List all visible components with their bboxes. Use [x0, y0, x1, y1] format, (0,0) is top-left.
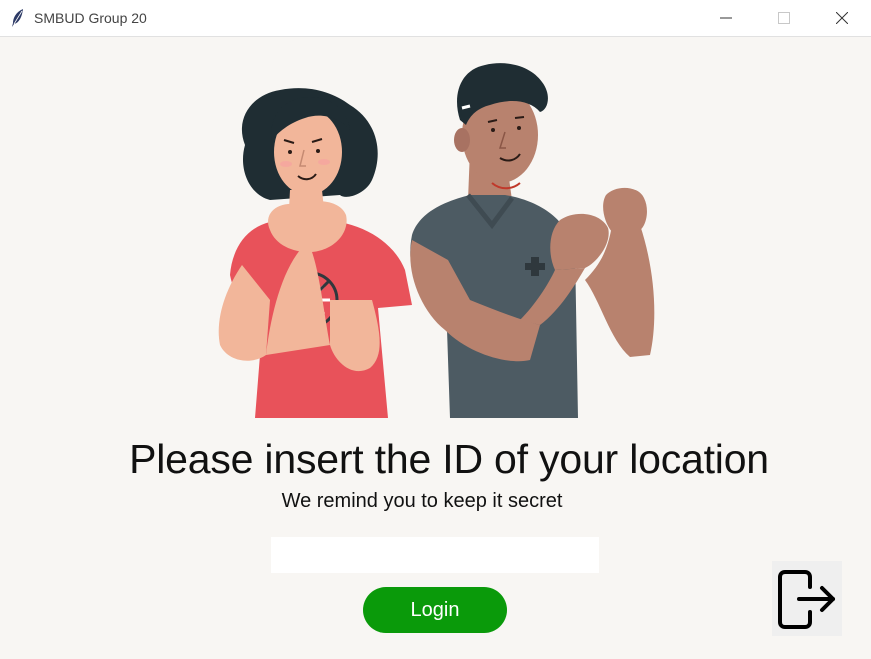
logout-button[interactable]	[772, 561, 842, 636]
people-illustration	[218, 63, 655, 418]
window-controls	[697, 0, 871, 36]
minimize-icon	[720, 17, 732, 19]
page-heading: Please insert the ID of your location	[129, 436, 769, 482]
close-icon	[836, 12, 848, 24]
maximize-icon	[778, 12, 790, 24]
woman-figure	[218, 88, 412, 418]
logout-icon	[778, 569, 835, 629]
maximize-button[interactable]	[755, 0, 813, 36]
close-button[interactable]	[813, 0, 871, 36]
title-bar: SMBUD Group 20	[0, 0, 871, 37]
feather-icon	[10, 8, 26, 28]
login-button[interactable]: Login	[363, 587, 507, 633]
man-figure	[410, 63, 655, 418]
location-id-input[interactable]	[271, 537, 599, 573]
window-title: SMBUD Group 20	[34, 10, 147, 26]
minimize-button[interactable]	[697, 0, 755, 36]
page-subheading: We remind you to keep it secret	[281, 490, 563, 512]
